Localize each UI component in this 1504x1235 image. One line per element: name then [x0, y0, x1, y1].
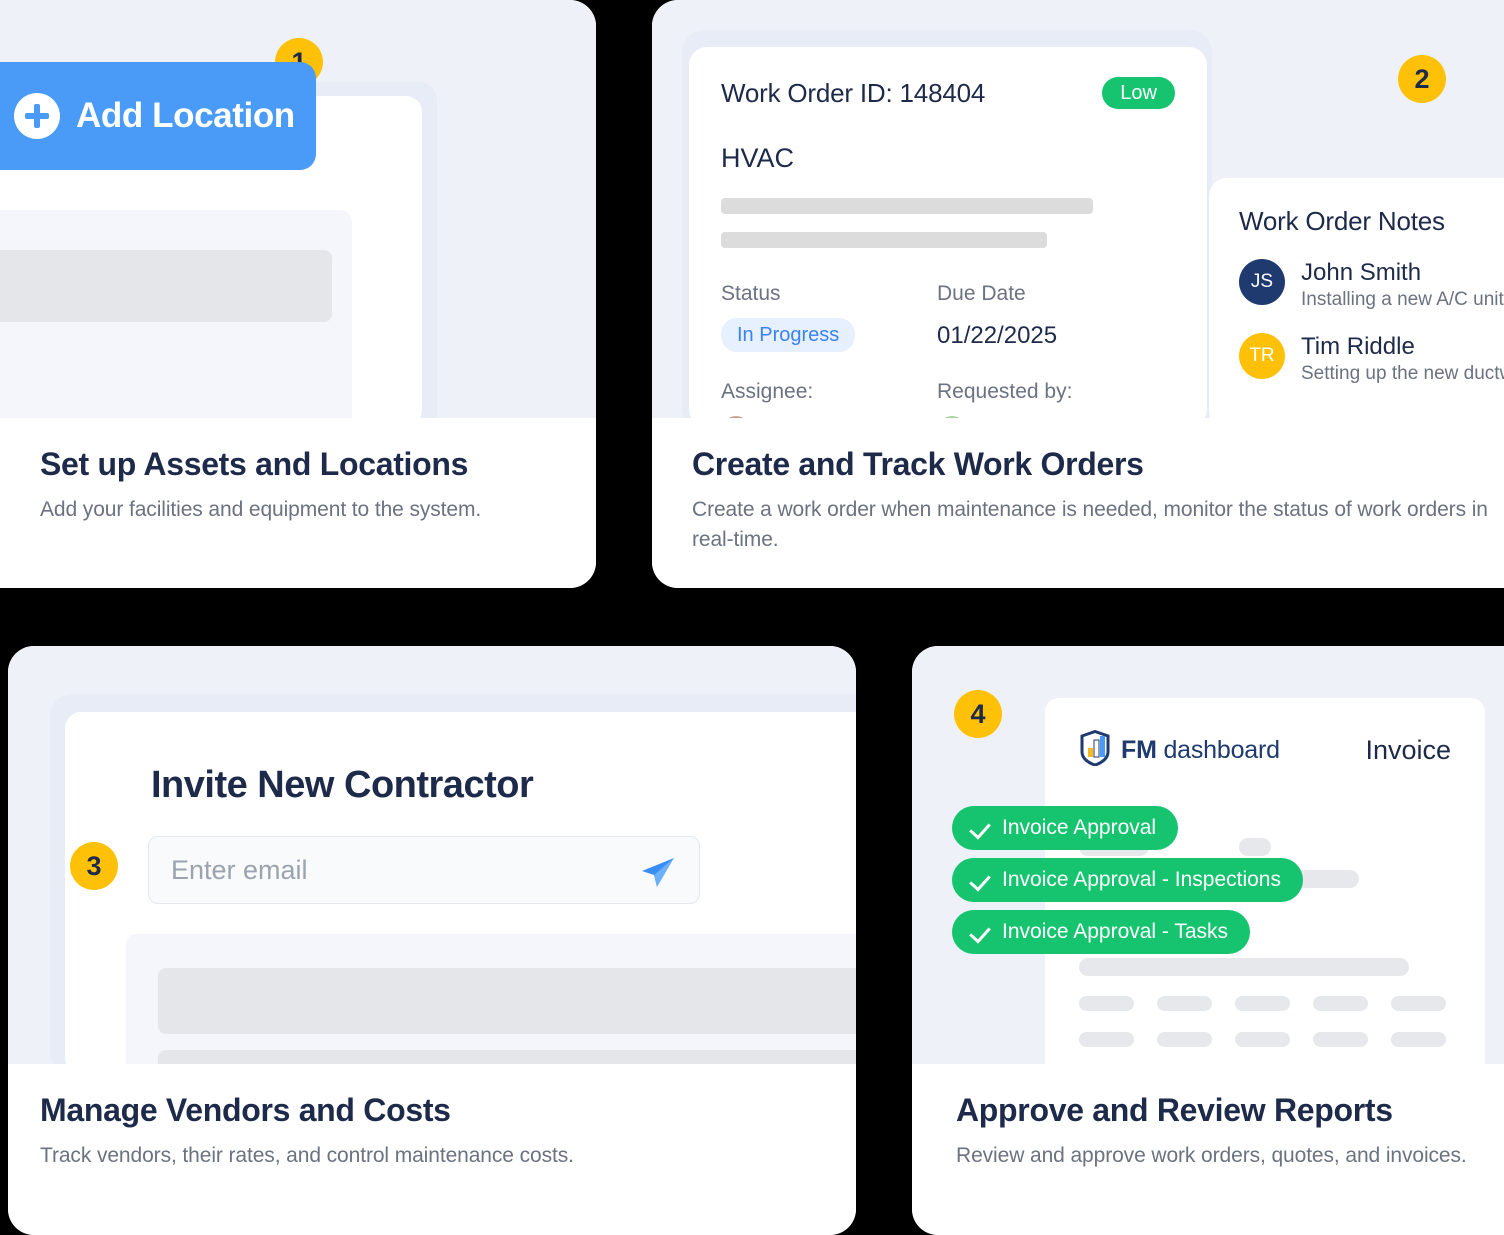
- work-order-card: Work Order ID: 148404 Low HVAC Status In…: [689, 47, 1207, 418]
- status-label: Status: [721, 282, 781, 305]
- note-text: Installing a new A/C unit: [1301, 289, 1504, 310]
- avatar-initials: JS: [1239, 259, 1285, 305]
- avatar: [721, 416, 751, 418]
- card3-skeleton-row: [158, 1050, 856, 1064]
- list-item: JS John Smith Installing a new A/C unit: [1239, 259, 1504, 311]
- send-paper-plane-icon[interactable]: [637, 851, 679, 893]
- add-location-button[interactable]: Add Location: [0, 62, 316, 170]
- invoice-skeleton: [1157, 996, 1212, 1011]
- invoice-skeleton: [1079, 958, 1409, 976]
- requester-person: Ryan Smith: [937, 416, 1153, 418]
- assignee-name: Johnny Wrench: [761, 418, 920, 419]
- feature-card-vendors-costs: Invite New Contractor Enter email 3 Mana…: [8, 646, 856, 1235]
- approval-pill: Invoice Approval: [952, 806, 1179, 850]
- card1-title: Set up Assets and Locations: [40, 446, 469, 482]
- check-icon: [970, 818, 990, 838]
- invoice-skeleton: [1235, 996, 1290, 1011]
- brand-name-bold: FM: [1121, 736, 1157, 764]
- work-order-status-col: Status In Progress: [721, 282, 937, 352]
- note-author: John Smith: [1301, 259, 1422, 286]
- card1-skeleton-row: [0, 250, 332, 322]
- approval-pill: Invoice Approval - Tasks: [952, 910, 1251, 954]
- card3-illustration: Invite New Contractor Enter email 3: [8, 646, 856, 1064]
- check-icon: [970, 922, 990, 942]
- note-content: John Smith Installing a new A/C unit: [1301, 259, 1504, 311]
- email-placeholder: Enter email: [171, 854, 308, 885]
- add-location-label: Add Location: [76, 96, 295, 135]
- card2-description: Create a work order when maintenance is …: [692, 497, 1488, 552]
- invoice-skeleton: [1079, 996, 1134, 1011]
- avatar: [937, 416, 967, 418]
- invoice-doc-label: Invoice: [1365, 735, 1451, 765]
- check-icon: [970, 870, 990, 890]
- work-order-due-col: Due Date 01/22/2025: [937, 282, 1153, 352]
- note-text: Setting up the new ductw: [1301, 363, 1504, 384]
- work-order-id: Work Order ID: 148404: [721, 77, 986, 108]
- card2-illustration: Work Order ID: 148404 Low HVAC Status In…: [652, 0, 1504, 418]
- approval-pill-label: Invoice Approval - Tasks: [1002, 920, 1229, 943]
- requested-by-label: Requested by:: [937, 380, 1073, 403]
- approval-pill-label: Invoice Approval - Inspections: [1002, 868, 1281, 891]
- assignee-person: Johnny Wrench: [721, 416, 937, 418]
- card3-text-block: Manage Vendors and Costs Track vendors, …: [8, 1064, 856, 1235]
- step-number-badge-3: 3: [70, 842, 118, 890]
- fm-dashboard-logo-icon: [1079, 729, 1111, 771]
- work-order-skeleton-line: [721, 198, 1093, 214]
- card2-text-block: Create and Track Work Orders Create a wo…: [652, 418, 1504, 588]
- requester-name: Ryan Smith: [977, 418, 1096, 419]
- card3-skeleton-row: [158, 968, 856, 1034]
- brand-name-light: dashboard: [1156, 736, 1280, 764]
- card4-illustration: FM dashboard Invoice Invoice Approval In…: [912, 646, 1504, 1064]
- invoice-skeleton: [1157, 1032, 1212, 1047]
- card4-description: Review and approve work orders, quotes, …: [956, 1143, 1467, 1167]
- invoice-header: FM dashboard Invoice: [1045, 698, 1485, 771]
- list-item: TR Tim Riddle Setting up the new ductw: [1239, 333, 1504, 385]
- invoice-skeleton: [1235, 1032, 1290, 1047]
- card3-title: Manage Vendors and Costs: [40, 1092, 451, 1128]
- card1-description: Add your facilities and equipment to the…: [40, 497, 482, 521]
- work-order-skeleton-line: [721, 232, 1047, 248]
- note-author: Tim Riddle: [1301, 333, 1415, 360]
- card4-text-block: Approve and Review Reports Review and ap…: [912, 1064, 1504, 1235]
- feature-card-assets-locations: 1 Add Location Set up Assets and Locatio…: [0, 0, 596, 588]
- invoice-skeleton: [1391, 996, 1446, 1011]
- assignee-label: Assignee:: [721, 380, 814, 403]
- work-order-category: HVAC: [721, 143, 795, 173]
- invite-contractor-heading: Invite New Contractor: [151, 764, 534, 806]
- plus-circle-icon: [14, 93, 60, 139]
- due-date-value: 01/22/2025: [937, 322, 1058, 349]
- invoice-skeleton: [1079, 1032, 1134, 1047]
- work-order-header: Work Order ID: 148404 Low: [721, 77, 1175, 109]
- card1-illustration: 1 Add Location: [0, 0, 596, 418]
- feature-card-work-orders: Work Order ID: 148404 Low HVAC Status In…: [652, 0, 1504, 588]
- approval-pill: Invoice Approval - Inspections: [952, 858, 1303, 902]
- due-date-label: Due Date: [937, 282, 1026, 305]
- note-content: Tim Riddle Setting up the new ductw: [1301, 333, 1504, 385]
- avatar-initials: TR: [1239, 333, 1285, 379]
- assignee-col: Assignee: Johnny Wrench: [721, 380, 937, 418]
- invoice-skeleton: [1313, 1032, 1368, 1047]
- brand-logo: FM dashboard: [1079, 729, 1280, 771]
- notes-title: Work Order Notes: [1239, 206, 1445, 236]
- work-order-meta-row: Status In Progress Due Date 01/22/2025: [721, 282, 1175, 352]
- step-number-badge-4: 4: [954, 690, 1002, 738]
- brand-name: FM dashboard: [1121, 736, 1280, 765]
- work-order-notes-card: Work Order Notes JS John Smith Installin…: [1209, 178, 1504, 418]
- invoice-skeleton: [1391, 1032, 1446, 1047]
- email-field[interactable]: Enter email: [148, 836, 700, 904]
- invoice-skeleton: [1239, 838, 1271, 856]
- card1-text-block: Set up Assets and Locations Add your fac…: [0, 418, 596, 588]
- step-number-badge-2: 2: [1398, 55, 1446, 103]
- priority-badge: Low: [1102, 77, 1175, 109]
- card2-title: Create and Track Work Orders: [692, 446, 1144, 482]
- work-order-people-row: Assignee: Johnny Wrench: [721, 380, 1175, 418]
- feature-card-approve-reports: FM dashboard Invoice Invoice Approval In…: [912, 646, 1504, 1235]
- invoice-skeleton: [1313, 996, 1368, 1011]
- requested-by-col: Requested by: Ryan Smith: [937, 380, 1153, 418]
- status-badge: In Progress: [721, 318, 856, 352]
- approval-pill-label: Invoice Approval: [1002, 816, 1157, 839]
- feature-card-grid: 1 Add Location Set up Assets and Locatio…: [0, 0, 1504, 1235]
- card3-description: Track vendors, their rates, and control …: [40, 1143, 574, 1167]
- card4-title: Approve and Review Reports: [956, 1092, 1393, 1128]
